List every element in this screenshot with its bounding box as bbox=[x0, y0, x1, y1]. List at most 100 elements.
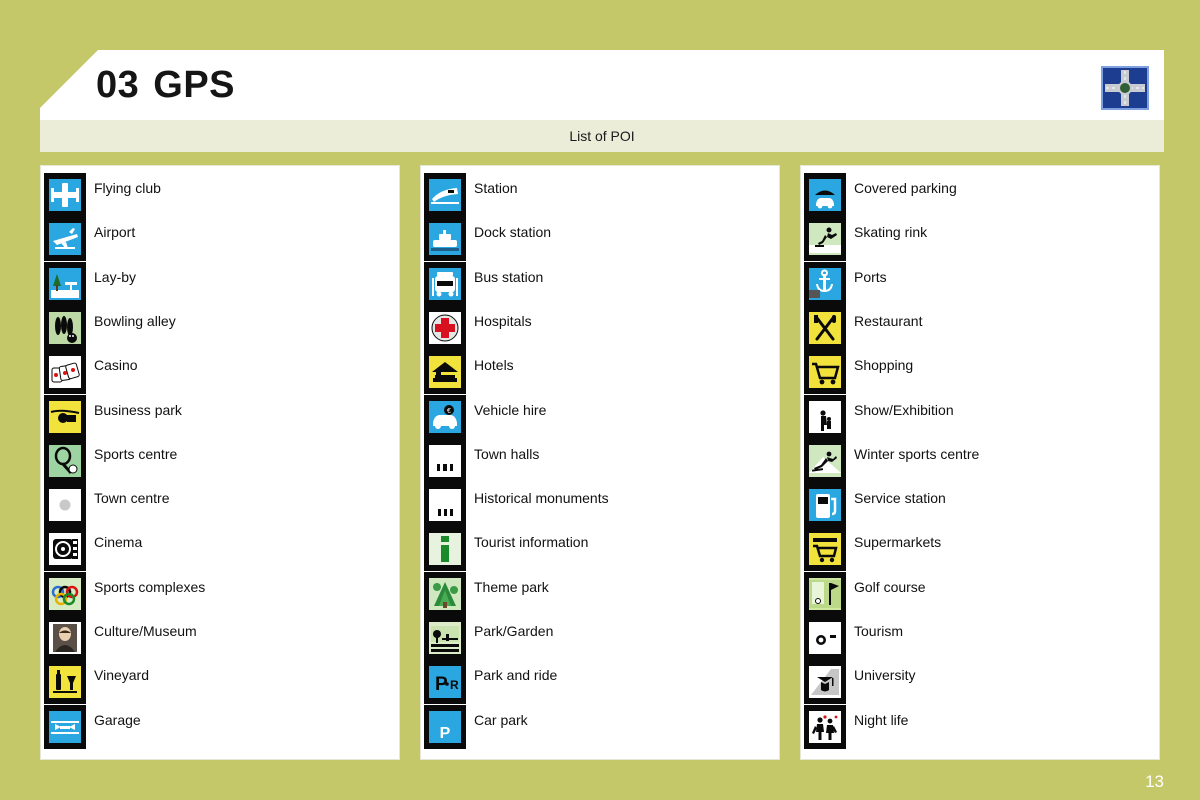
poi-label: Bowling alley bbox=[94, 312, 176, 329]
tourism-icon bbox=[804, 616, 846, 660]
poi-list-item[interactable]: Supermarkets bbox=[804, 527, 1158, 572]
poi-label: Park and ride bbox=[474, 667, 558, 684]
poi-label: Airport bbox=[94, 224, 136, 241]
vineyard-icon bbox=[44, 660, 86, 705]
poi-list-item[interactable]: € Vehicle hire bbox=[424, 394, 778, 439]
culture-museum-icon bbox=[44, 616, 86, 660]
shopping-icon bbox=[804, 350, 846, 395]
road-junction-icon bbox=[1101, 66, 1149, 110]
poi-list-item[interactable]: Tourism bbox=[804, 616, 1158, 660]
poi-label: Station bbox=[474, 180, 518, 196]
poi-list-item[interactable]: Show/Exhibition bbox=[804, 394, 1158, 439]
poi-column-1: Flying club Airport Lay-by Bowling alley Cas… bbox=[40, 165, 400, 760]
covered-parking-icon bbox=[804, 173, 846, 217]
poi-label: Sports complexes bbox=[94, 578, 206, 595]
poi-list-item[interactable]: Dock station bbox=[424, 217, 778, 262]
hospital-icon bbox=[424, 305, 466, 350]
poi-list-item[interactable]: Flying club bbox=[44, 173, 398, 217]
poi-label: Dock station bbox=[474, 224, 552, 241]
poi-list-item[interactable]: Hotels bbox=[424, 350, 778, 395]
business-park-icon bbox=[44, 394, 86, 439]
poi-list-item[interactable]: Park/Garden bbox=[424, 616, 778, 660]
poi-list-item[interactable]: Hospitals bbox=[424, 305, 778, 350]
golf-course-icon bbox=[804, 571, 846, 616]
poi-label: Restaurant bbox=[854, 312, 923, 329]
port-icon bbox=[804, 261, 846, 306]
poi-list-item[interactable]: Covered parking bbox=[804, 173, 1158, 217]
page-title: 03 GPS bbox=[96, 62, 235, 108]
poi-label: Skating rink bbox=[854, 224, 928, 241]
poi-list-item[interactable]: Airport bbox=[44, 217, 398, 262]
chapter-number: 03 bbox=[96, 64, 140, 106]
car-park-icon: P bbox=[424, 704, 466, 749]
chapter-title: GPS bbox=[153, 64, 236, 106]
casino-icon bbox=[44, 350, 86, 395]
poi-label: Business park bbox=[94, 401, 182, 418]
winter-sports-icon bbox=[804, 438, 846, 483]
poi-list-item[interactable]: P R Park and ride bbox=[424, 660, 778, 705]
garage-icon bbox=[44, 704, 86, 749]
vehicle-hire-icon: € bbox=[424, 394, 466, 439]
poi-list-item[interactable]: Shopping bbox=[804, 350, 1158, 395]
restaurant-icon bbox=[804, 305, 846, 350]
poi-list-item[interactable]: Culture/Museum bbox=[44, 616, 398, 660]
svg-text:R: R bbox=[450, 678, 459, 692]
poi-label: Vehicle hire bbox=[474, 401, 547, 418]
bowling-alley-icon bbox=[44, 305, 86, 350]
service-station-icon bbox=[804, 483, 846, 528]
poi-label: Flying club bbox=[94, 180, 161, 196]
poi-list-item[interactable]: Vineyard bbox=[44, 660, 398, 705]
skating-rink-icon bbox=[804, 217, 846, 262]
poi-list-item[interactable]: Lay-by bbox=[44, 261, 398, 306]
poi-list-item[interactable]: Tourist information bbox=[424, 527, 778, 572]
poi-subtitle-label: List of POI bbox=[569, 128, 635, 144]
poi-label: Culture/Museum bbox=[94, 623, 197, 639]
town-hall-icon bbox=[424, 438, 466, 483]
page-number: 13 bbox=[1145, 772, 1164, 791]
poi-list-item[interactable]: Night life bbox=[804, 704, 1158, 749]
poi-list-item[interactable]: Town halls bbox=[424, 438, 778, 483]
poi-list-item[interactable]: University bbox=[804, 660, 1158, 705]
poi-label: Covered parking bbox=[854, 180, 957, 196]
poi-list-item[interactable]: Town centre bbox=[44, 483, 398, 528]
lay-by-icon bbox=[44, 261, 86, 306]
night-life-icon bbox=[804, 704, 846, 749]
svg-text:P: P bbox=[440, 725, 451, 742]
poi-list-item[interactable]: Bus station bbox=[424, 261, 778, 306]
poi-list-item[interactable]: Theme park bbox=[424, 571, 778, 616]
poi-list-item[interactable]: Bowling alley bbox=[44, 305, 398, 350]
poi-list-item[interactable]: Ports bbox=[804, 261, 1158, 306]
poi-label: Hospitals bbox=[474, 312, 532, 329]
poi-label: Park/Garden bbox=[474, 623, 554, 639]
poi-list-item[interactable]: Cinema bbox=[44, 527, 398, 572]
poi-list-item[interactable]: Historical monuments bbox=[424, 483, 778, 528]
poi-label: Shopping bbox=[854, 357, 914, 374]
poi-list-item[interactable]: Winter sports centre bbox=[804, 438, 1158, 483]
poi-list-item[interactable]: Restaurant bbox=[804, 305, 1158, 350]
hotel-icon bbox=[424, 350, 466, 395]
university-icon bbox=[804, 660, 846, 705]
poi-list-item[interactable]: Golf course bbox=[804, 571, 1158, 616]
station-icon bbox=[424, 173, 466, 217]
airport-icon bbox=[44, 217, 86, 262]
poi-list-item[interactable]: Sports centre bbox=[44, 438, 398, 483]
dock-station-icon bbox=[424, 217, 466, 262]
poi-list-item[interactable]: Station bbox=[424, 173, 778, 217]
poi-label: Show/Exhibition bbox=[854, 401, 954, 418]
poi-list-item[interactable]: Skating rink bbox=[804, 217, 1158, 262]
poi-subtitle-band: List of POI bbox=[40, 120, 1164, 152]
poi-list-item[interactable]: Garage bbox=[44, 704, 398, 749]
poi-list-item[interactable]: Casino bbox=[44, 350, 398, 395]
theme-park-icon bbox=[424, 571, 466, 616]
supermarket-icon bbox=[804, 527, 846, 572]
cinema-icon bbox=[44, 527, 86, 572]
tourist-information-icon bbox=[424, 527, 466, 572]
poi-list-item[interactable]: P Car park bbox=[424, 704, 778, 749]
poi-label: Hotels bbox=[474, 357, 514, 374]
poi-list-item[interactable]: Service station bbox=[804, 483, 1158, 528]
svg-text:€: € bbox=[447, 408, 451, 415]
poi-list-item[interactable]: Sports complexes bbox=[44, 571, 398, 616]
poi-list-item[interactable]: Business park bbox=[44, 394, 398, 439]
poi-label: Cinema bbox=[94, 534, 143, 551]
poi-label: Historical monuments bbox=[474, 490, 609, 507]
